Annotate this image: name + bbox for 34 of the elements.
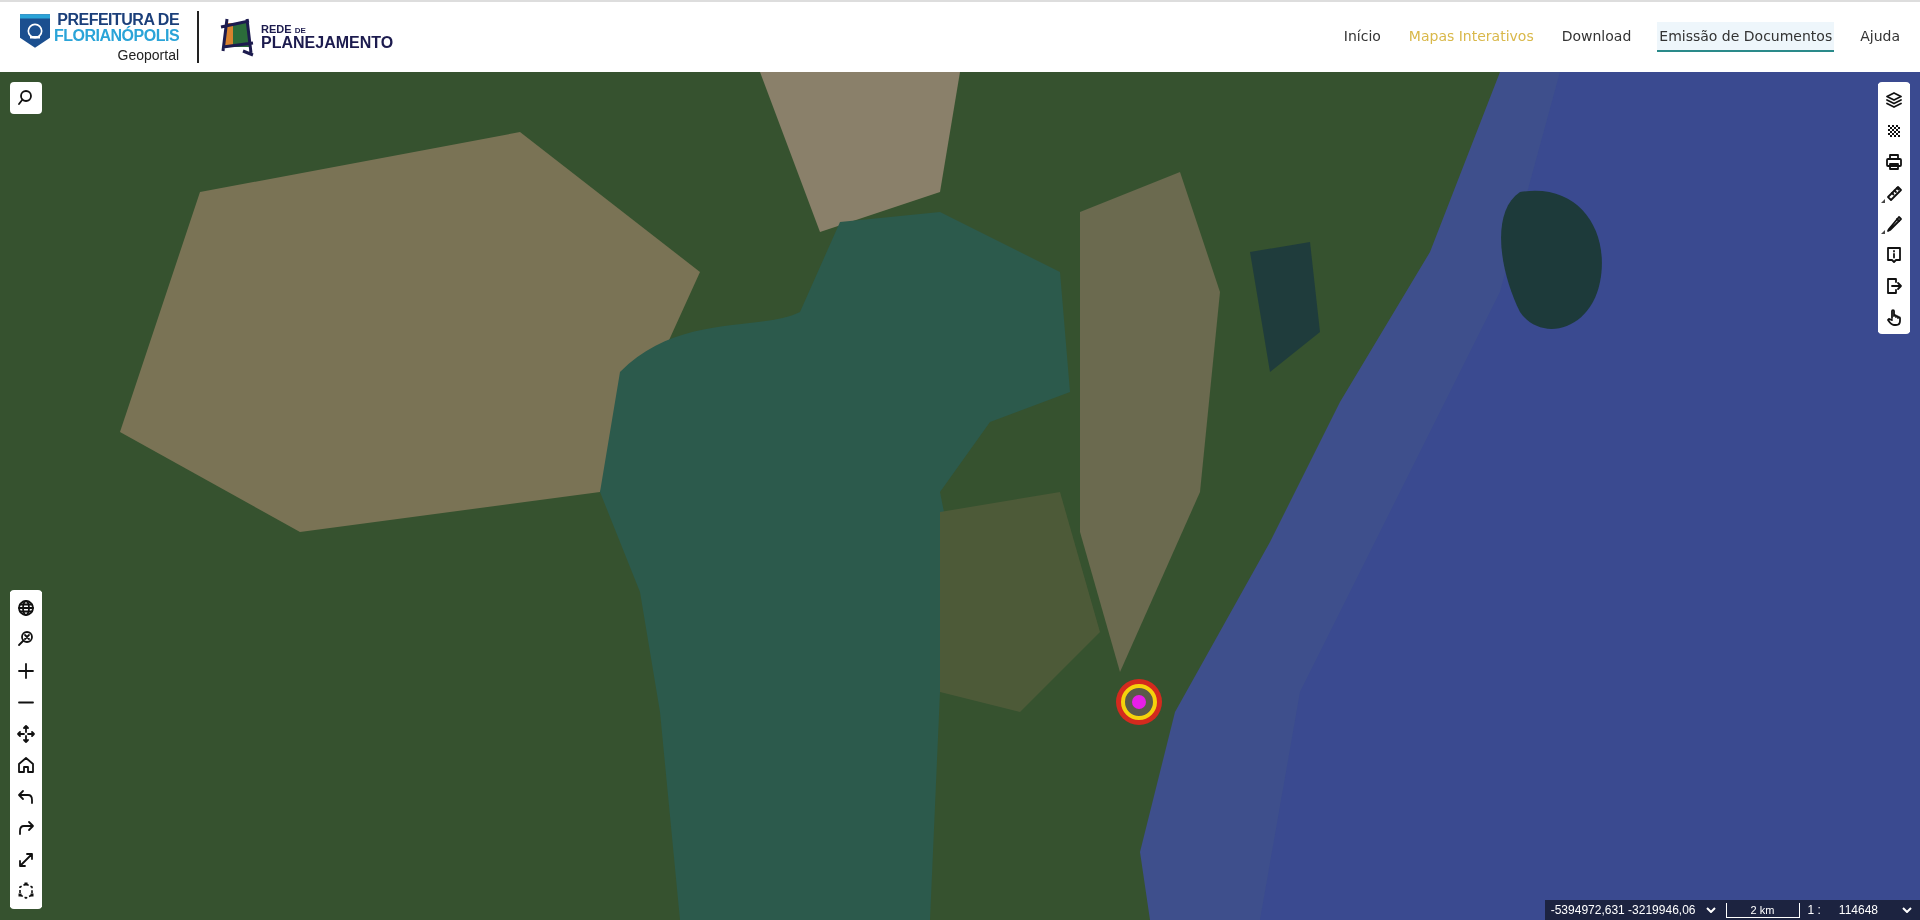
exit-icon — [1884, 275, 1904, 296]
nav-link[interactable]: Download — [1559, 22, 1634, 52]
geoportal-subtitle: Geoportal — [117, 48, 180, 62]
printer-icon — [1884, 151, 1904, 172]
globe-icon — [16, 597, 36, 618]
chevron-down-icon — [1902, 907, 1912, 913]
nav-link[interactable]: Ajuda — [1858, 22, 1902, 52]
city-name-line: PREFEITURA DE — [57, 12, 180, 28]
home-icon — [16, 755, 36, 776]
coordinate-format-dropdown[interactable] — [1703, 907, 1718, 913]
search-button[interactable] — [10, 82, 42, 114]
scale-value: 114648 — [1838, 903, 1878, 917]
logo-word: REDE — [261, 23, 292, 35]
pencil-icon — [1884, 213, 1904, 234]
logo-word: PLANEJAMENTO — [261, 34, 394, 51]
chevron-down-icon — [1705, 907, 1716, 913]
nav-link[interactable]: Emissão de Documentos — [1657, 22, 1835, 52]
pointing-hand-icon — [1884, 306, 1904, 327]
city-name-line: FLORIANÓPOLIS — [54, 28, 180, 44]
submenu-triangle-icon — [1881, 199, 1885, 203]
info-icon — [1884, 244, 1904, 265]
dashed-selection-icon — [16, 881, 36, 902]
zoom-in-icon — [16, 660, 36, 681]
pan-arrows-icon — [16, 723, 36, 744]
scale-bar: 2 km — [1725, 902, 1800, 918]
nav-link[interactable]: Início — [1341, 22, 1383, 52]
logo-word: DE — [294, 26, 306, 35]
layers-icon — [1884, 89, 1904, 110]
submenu-triangle-icon — [1881, 230, 1885, 234]
scale-label: 1 : — [1807, 903, 1821, 917]
scale-dropdown[interactable] — [1900, 907, 1914, 913]
coordinates-readout: -5394972,631 -3219946,06 — [1550, 903, 1696, 917]
zoom-out-icon — [18, 700, 34, 704]
city-crest-icon — [20, 14, 50, 48]
